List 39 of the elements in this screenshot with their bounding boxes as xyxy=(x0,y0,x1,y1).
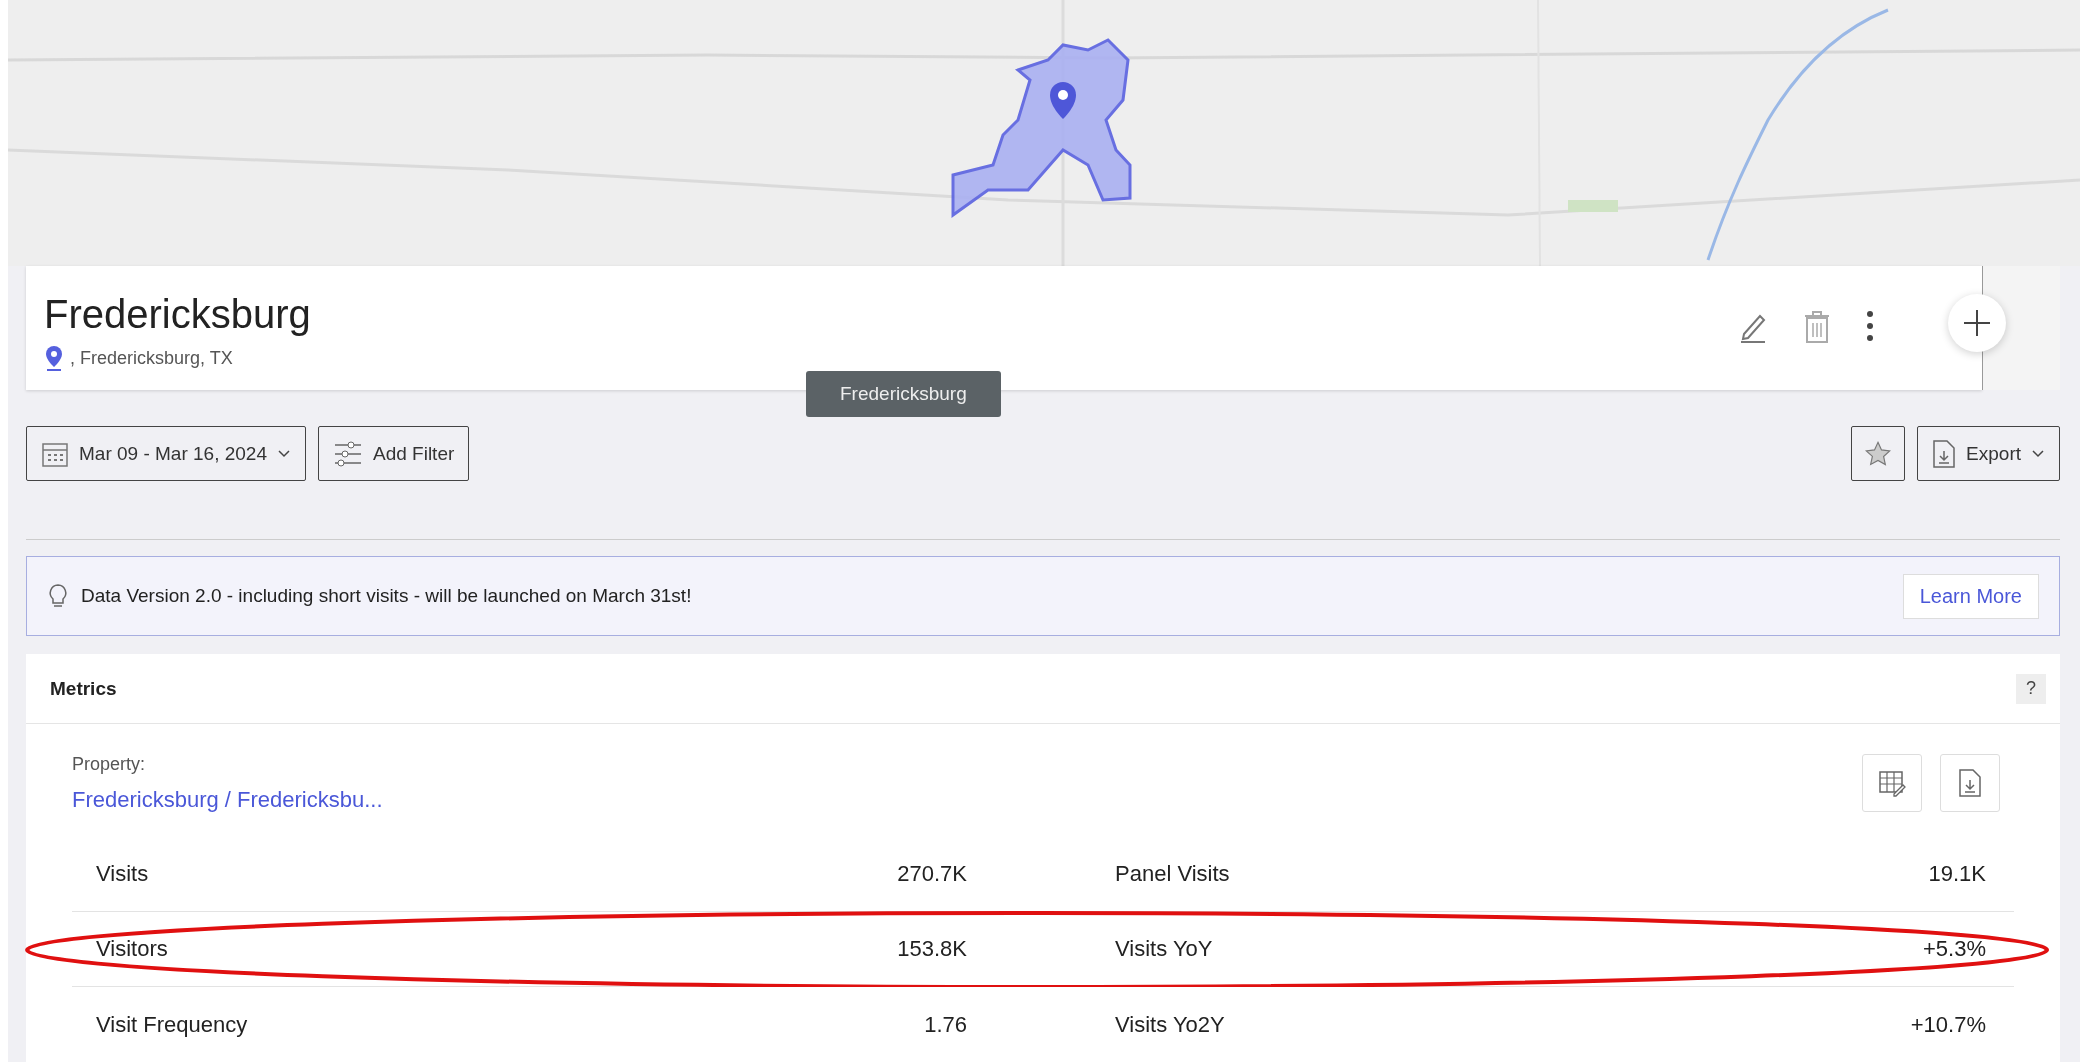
date-range-button[interactable]: Mar 09 - Mar 16, 2024 xyxy=(26,426,306,481)
lightbulb-icon xyxy=(47,583,69,609)
learn-more-button[interactable]: Learn More xyxy=(1902,573,2039,619)
export-button[interactable]: Export xyxy=(1917,426,2060,481)
favorite-button[interactable] xyxy=(1851,426,1906,481)
metric-label: Visitors xyxy=(96,936,168,962)
tooltip: Fredericksburg xyxy=(806,371,1001,417)
star-icon xyxy=(1864,439,1893,468)
address-text: , Fredericksburg, TX xyxy=(70,347,233,369)
add-filter-button[interactable]: Add Filter xyxy=(318,426,470,481)
file-download-icon xyxy=(1958,768,1982,798)
chevron-down-icon xyxy=(2031,448,2045,459)
card-title: Metrics xyxy=(50,677,117,700)
place-title: Fredericksburg xyxy=(44,292,311,337)
metric-value: 270.7K xyxy=(897,861,967,887)
metric-value: 19.1K xyxy=(1928,861,1986,887)
download-button[interactable] xyxy=(1940,754,2000,812)
metric-value: +5.3% xyxy=(1923,936,1986,962)
metric-value: 1.76 xyxy=(924,1011,967,1038)
metric-label: Visits xyxy=(96,861,149,887)
metric-value: +10.7% xyxy=(1910,1011,1986,1038)
metric-value: 153.8K xyxy=(897,936,967,962)
property-link[interactable]: Fredericksburg / Fredericksbu... xyxy=(72,787,383,813)
more-icon xyxy=(1866,310,1874,342)
help-button[interactable]: ? xyxy=(2016,673,2046,704)
metric-label: Visits YoY xyxy=(1115,936,1213,962)
chevron-down-icon xyxy=(277,448,291,459)
property-label: Property: xyxy=(72,754,147,775)
metric-label: Panel Visits xyxy=(1115,861,1230,887)
trash-icon xyxy=(1804,310,1830,344)
banner-message: Data Version 2.0 - including short visits - will be launched on March 31st! xyxy=(81,585,693,607)
metric-label: Visit Frequency xyxy=(96,1011,248,1038)
table-edit-button[interactable] xyxy=(1862,754,1922,812)
plus-icon xyxy=(1962,308,1992,338)
metric-label: Visits Yo2Y xyxy=(1115,1011,1225,1038)
location-pin-icon xyxy=(44,345,64,371)
sliders-icon xyxy=(333,439,363,468)
file-download-icon xyxy=(1932,438,1957,469)
table-edit-icon xyxy=(1878,769,1906,797)
